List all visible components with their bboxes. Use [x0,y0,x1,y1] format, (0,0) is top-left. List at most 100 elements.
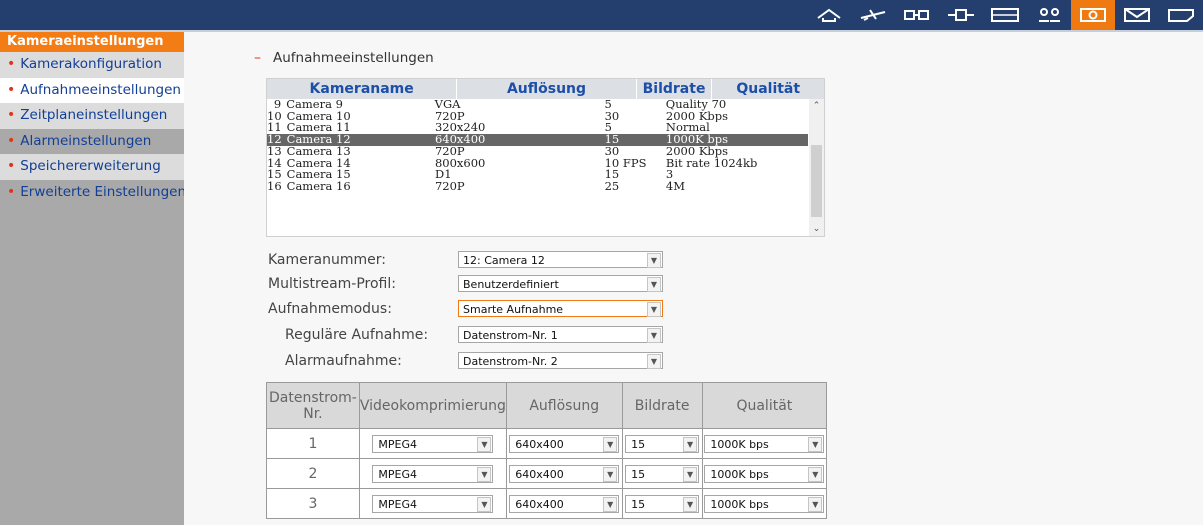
recording-mode-select[interactable]: Smarte Aufnahme ▼ [458,300,663,317]
regular-recording-select[interactable]: Datenstrom-Nr. 1 ▼ [458,326,663,343]
framerate-select[interactable]: 15 ▼ [625,434,700,453]
framerate-cell: 15 ▼ [621,488,703,519]
resolution-select[interactable]: 640x400 ▼ [509,434,620,453]
alarm-recording-label: Alarmaufnahme: [285,353,402,369]
chevron-down-icon[interactable]: ▼ [683,496,698,512]
chevron-down-icon[interactable]: ▼ [647,328,661,343]
resolution-value: 640x400 [515,497,564,511]
row-fps: 25 [604,178,620,193]
plane-icon[interactable] [851,0,895,30]
camera-list[interactable]: Kameraname Auflösung Bildrate Qualität 9… [266,78,825,237]
row-res: 800x600 [434,155,486,170]
column-header-qualitaet: Qualität [736,81,801,97]
alarm-recording-select[interactable]: Datenstrom-Nr. 2 ▼ [458,352,663,369]
sidebar-item-zeitplaneinstellungen[interactable]: • Zeitplaneinstellungen [0,103,184,129]
home-icon[interactable] [807,0,851,30]
sidebar-item-speichererweiterung[interactable]: • Speichererweiterung [0,154,184,180]
top-toolbar [0,0,1203,32]
row-quality: 2000 Kbps [665,146,729,158]
bullet-icon: • [7,132,16,149]
sidebar-item-label: Speichererweiterung [20,158,161,174]
codec-cell: MPEG4 ▼ [358,458,507,489]
framerate-select[interactable]: 15 ▼ [625,464,700,483]
collapse-icon[interactable]: – [254,50,261,66]
chevron-down-icon[interactable]: ▼ [808,496,823,512]
camera-settings-icon[interactable] [1071,0,1115,30]
column-header-stream-nr: Datenstrom-Nr. [266,382,360,429]
chevron-down-icon[interactable]: ▼ [647,253,661,268]
mail-icon[interactable] [1115,0,1159,30]
alarm-recording-row: Alarmaufnahme: Datenstrom-Nr. 2 ▼ [184,352,684,372]
chevron-down-icon[interactable]: ▼ [603,466,618,482]
row-num: 16 [267,178,282,193]
folder-icon[interactable] [1159,0,1203,30]
network-icon[interactable] [939,0,983,30]
stream-number: 2 [266,458,360,489]
recording-mode-label: Aufnahmemodus: [268,301,392,317]
sidebar-item-alarmeinstellungen[interactable]: • Alarmeinstellungen [0,129,184,155]
chevron-down-icon[interactable]: ▼ [647,302,661,317]
camera-list-scrollbar[interactable]: ⌃ ⌄ [809,99,824,236]
chevron-down-icon[interactable]: ▼ [808,436,823,452]
resolution-select[interactable]: 640x400 ▼ [509,494,620,513]
column-header-kameraname: Kameraname [267,79,458,99]
column-header-bildrate: Bildrate [621,382,703,429]
column-header-aufloesung: Auflösung [457,79,637,99]
chevron-down-icon[interactable]: ▼ [683,466,698,482]
chevron-down-icon[interactable]: ▼ [808,466,823,482]
resolution-cell: 640x400 ▼ [505,488,623,519]
stream-number: 3 [266,488,360,519]
resolution-cell: 640x400 ▼ [505,458,623,489]
row-quality: Bit rate 1024kb [665,157,758,169]
framerate-value: 15 [631,497,646,511]
monitor-icon[interactable] [983,0,1027,30]
main-panel: – Aufnahmeeinstellungen Kameraname Auflös… [184,32,1203,525]
table-row: 1 MPEG4 ▼ 640x400 ▼ 15 ▼ 1000K bps ▼ [266,428,828,459]
stream-table: Datenstrom-Nr. Videokomprimierung Auflös… [266,382,828,519]
column-header-qualitaet: Qualität [701,382,828,429]
camera-config-icon[interactable] [895,0,939,30]
codec-select[interactable]: MPEG4 ▼ [372,464,494,483]
chevron-down-icon[interactable]: ▼ [477,496,492,512]
sidebar-item-erweiterte-einstellungen[interactable]: • Erweiterte Einstellungen [0,180,186,206]
codec-select[interactable]: MPEG4 ▼ [372,434,494,453]
quality-select[interactable]: 1000K bps ▼ [704,434,825,453]
codec-value: MPEG4 [378,497,417,511]
scrollbar-thumb[interactable] [811,145,822,217]
sidebar-item-kamerakonfiguration[interactable]: • Kamerakonfiguration [0,52,184,78]
users-icon[interactable] [1027,0,1071,30]
sidebar-item-label: Aufnahmeeinstellungen [20,81,181,98]
chevron-down-icon[interactable]: ▼ [647,277,661,292]
row-quality: 1000K bps [665,133,729,146]
quality-cell: 1000K bps ▼ [701,428,828,459]
camera-number-select[interactable]: 12: Camera 12 ▼ [458,251,663,268]
chevron-down-icon[interactable]: ▼ [477,466,492,482]
scroll-up-icon[interactable]: ⌃ [809,99,824,113]
scroll-down-icon[interactable]: ⌄ [809,222,824,236]
framerate-select[interactable]: 15 ▼ [625,494,700,513]
sidebar-header: Kameraeinstellungen [0,32,184,52]
chevron-down-icon[interactable]: ▼ [603,436,618,452]
alarm-recording-value: Datenstrom-Nr. 2 [463,355,558,368]
row-quality: Quality 70 [665,99,727,111]
table-row: 2 MPEG4 ▼ 640x400 ▼ 15 ▼ 1000K bps ▼ [266,458,828,489]
multistream-profile-label: Multistream-Profil: [268,276,396,292]
chevron-down-icon[interactable]: ▼ [647,354,661,369]
quality-select[interactable]: 1000K bps ▼ [704,494,825,513]
list-item[interactable]: 16 Camera 16 720P 25 4M [267,178,808,193]
codec-cell: MPEG4 ▼ [358,428,507,459]
chevron-down-icon[interactable]: ▼ [603,496,618,512]
chevron-down-icon[interactable]: ▼ [477,436,492,452]
sidebar-item-aufnahmeeinstellungen[interactable]: • Aufnahmeeinstellungen [0,77,184,103]
multistream-profile-select[interactable]: Benutzerdefiniert ▼ [458,275,663,292]
quality-select[interactable]: 1000K bps ▼ [704,464,825,483]
codec-select[interactable]: MPEG4 ▼ [372,494,494,513]
row-quality: 4M [665,180,685,192]
framerate-cell: 15 ▼ [621,458,703,489]
section-title[interactable]: – Aufnahmeeinstellungen [254,50,434,66]
bullet-icon: • [7,158,16,174]
resolution-select[interactable]: 640x400 ▼ [509,464,620,483]
chevron-down-icon[interactable]: ▼ [683,436,698,452]
row-quality: 3 [665,169,674,181]
sidebar-item-label: Erweiterte Einstellungen [20,183,186,200]
